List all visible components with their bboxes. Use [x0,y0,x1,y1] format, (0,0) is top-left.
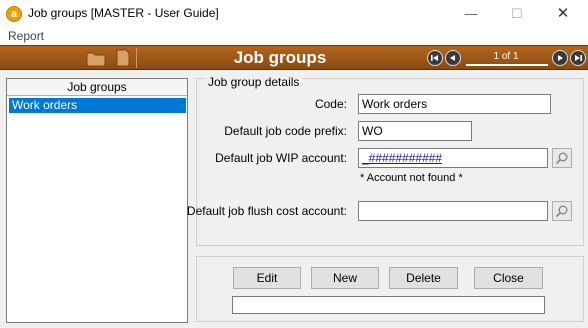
code-label: Code: [314,97,347,111]
window-title: Job groups [MASTER - User Guide] [28,6,219,20]
first-record-icon[interactable] [427,50,443,66]
job-groups-list[interactable]: Job groups Work orders [6,78,188,323]
toolbar-divider [136,48,137,68]
group-legend: Job group details [205,75,303,89]
magnifier-icon [555,205,568,218]
job-group-details-panel: Job group details Code: Work orders Defa… [187,75,584,246]
edit-button[interactable]: Edit [233,267,301,289]
minimize-button[interactable]: — [448,0,494,28]
close-button[interactable]: Close [474,267,543,289]
code-field[interactable]: Work orders [358,94,551,114]
wip-account-field[interactable]: _########### [358,148,548,168]
page-scroll-track[interactable] [466,64,548,66]
toolbar-title: Job groups [233,48,327,67]
menu-item-report[interactable]: Report [8,29,44,43]
list-item[interactable]: Work orders [9,98,186,113]
flush-cost-account-lookup-button[interactable] [552,201,572,221]
maximize-button[interactable]: ☐ [494,0,540,28]
job-code-prefix-field[interactable]: WO [358,121,472,141]
flush-cost-account-field[interactable] [358,201,548,221]
last-record-icon[interactable] [570,50,586,66]
new-button[interactable]: New [311,267,379,289]
flush-cost-account-label: Default job flush cost account: [186,204,347,218]
record-pager: 1 of 1 [424,49,588,67]
next-record-icon[interactable] [552,50,568,66]
page-indicator: 1 of 1 [493,51,519,62]
delete-button[interactable]: Delete [389,267,458,289]
wip-account-value: _########### [362,151,443,165]
toolbar: Job groups 1 of 1 [0,45,588,70]
document-icon[interactable] [113,49,133,67]
status-bar [232,296,545,314]
action-panel: Edit New Delete Close [196,256,584,322]
folder-icon[interactable] [86,49,106,67]
menu-bar: Report [0,28,588,45]
wip-account-lookup-button[interactable] [552,148,572,168]
previous-record-icon[interactable] [445,50,461,66]
app-logo-icon: a [6,6,22,22]
close-window-button[interactable]: ✕ [540,0,586,28]
list-header[interactable]: Job groups [7,79,187,96]
wip-account-label: Default job WIP account: [215,151,347,165]
account-not-found-warning: * Account not found * [360,172,463,184]
job-code-prefix-label: Default job code prefix: [224,124,347,138]
window-titlebar: a Job groups [MASTER - User Guide] — ☐ ✕ [0,0,588,28]
magnifier-icon [555,152,568,165]
